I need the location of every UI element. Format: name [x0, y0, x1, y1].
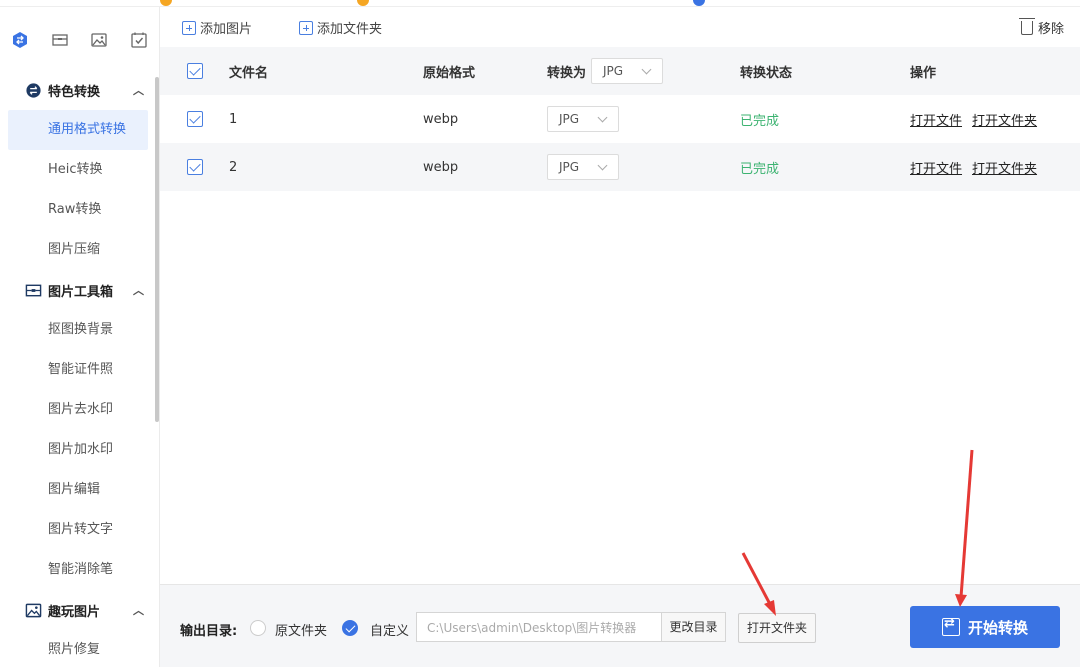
image-icon[interactable]: [88, 29, 110, 51]
sidebar-scrollbar[interactable]: [155, 77, 159, 422]
open-file-link[interactable]: 打开文件: [910, 158, 962, 177]
sidebar-item-image-edit[interactable]: 图片编辑: [0, 470, 156, 510]
collapse-caret-icon[interactable]: ︿: [133, 602, 144, 618]
header-actions: 操作: [910, 65, 937, 81]
row-filename: 2: [229, 159, 238, 175]
sidebar-item-photo-restore[interactable]: 照片修复: [0, 630, 156, 670]
table-row: 2 webp JPG 已完成 打开文件 打开文件夹: [160, 143, 1080, 191]
open-folder-link[interactable]: 打开文件夹: [972, 110, 1037, 129]
group-title: 趣玩图片: [48, 604, 101, 620]
row-filename: 1: [229, 111, 238, 127]
radio-original-label[interactable]: 原文件夹: [275, 620, 327, 639]
image-group-icon: [24, 601, 42, 619]
row-status: 已完成: [740, 113, 780, 129]
sidebar-item-remove-watermark[interactable]: 图片去水印: [0, 390, 156, 430]
sidebar-item-ocr[interactable]: 图片转文字: [0, 510, 156, 550]
add-folder-button[interactable]: 添加文件夹: [299, 18, 382, 37]
remove-button[interactable]: 移除: [1018, 17, 1064, 37]
row-checkbox[interactable]: [187, 111, 203, 127]
group-title: 特色转换: [48, 84, 101, 100]
change-dir-button[interactable]: 更改目录: [661, 612, 726, 642]
start-convert-label: 开始转换: [967, 618, 1028, 637]
chevron-down-icon: [597, 112, 608, 123]
table-row: 1 webp JPG 已完成 打开文件 打开文件夹: [160, 95, 1080, 143]
sidebar-item-add-watermark[interactable]: 图片加水印: [0, 430, 156, 470]
row-checkbox[interactable]: [187, 159, 203, 175]
open-file-link[interactable]: 打开文件: [910, 110, 962, 129]
window-dot: [693, 0, 705, 6]
select-value: JPG: [559, 112, 580, 126]
row-format: webp: [423, 159, 459, 175]
window-dot: [160, 0, 172, 6]
window-dot: [357, 0, 369, 6]
header-filename: 文件名: [229, 65, 269, 81]
toolbox-icon[interactable]: [49, 29, 71, 51]
convert-group-icon: [24, 81, 42, 99]
collapse-caret-icon[interactable]: ︿: [133, 282, 144, 298]
row-status: 已完成: [740, 161, 780, 177]
sidebar-item-raw[interactable]: Raw转换: [0, 190, 156, 230]
group-fun-images[interactable]: 趣玩图片 ︿: [0, 590, 156, 630]
start-convert-button[interactable]: 开始转换: [910, 606, 1060, 648]
select-all-checkbox[interactable]: [187, 63, 203, 79]
trash-icon: [1018, 17, 1035, 35]
radio-original-folder[interactable]: [250, 620, 266, 636]
sidebar-item-general-convert[interactable]: 通用格式转换: [8, 110, 148, 150]
add-image-button[interactable]: 添加图片: [182, 18, 252, 37]
open-folder-button[interactable]: 打开文件夹: [738, 613, 816, 643]
radio-custom-label[interactable]: 自定义: [370, 620, 409, 639]
header-convert-to: 转换为: [547, 65, 587, 81]
group-special-convert[interactable]: 特色转换 ︿: [0, 70, 156, 110]
remove-label: 移除: [1037, 22, 1064, 37]
add-image-label: 添加图片: [200, 22, 253, 37]
row-format: webp: [423, 111, 459, 127]
convert-icon[interactable]: [9, 29, 31, 51]
radio-custom[interactable]: [342, 620, 358, 636]
convert-icon: [941, 616, 960, 636]
row-target-select[interactable]: JPG: [547, 106, 619, 132]
group-image-toolbox[interactable]: 图片工具箱 ︿: [0, 270, 156, 310]
select-value: JPG: [603, 64, 624, 78]
output-dir-label: 输出目录:: [180, 624, 238, 639]
header-status: 转换状态: [740, 65, 793, 81]
add-icon: [182, 20, 196, 35]
sidebar-item-cutout[interactable]: 抠图换背景: [0, 310, 156, 350]
group-title: 图片工具箱: [48, 284, 114, 300]
chevron-down-icon: [641, 64, 652, 75]
output-path-input[interactable]: [416, 612, 662, 642]
chevron-down-icon: [597, 160, 608, 171]
header-original-format: 原始格式: [423, 65, 476, 81]
check-icon[interactable]: [128, 29, 150, 51]
toolbox-group-icon: [24, 281, 42, 299]
select-value: JPG: [559, 160, 580, 174]
sidebar-item-eraser[interactable]: 智能消除笔: [0, 550, 156, 590]
add-folder-label: 添加文件夹: [317, 22, 383, 37]
top-window-strip: [0, 0, 1080, 7]
toolbar: 添加图片 添加文件夹 移除: [160, 7, 1080, 47]
table-header: 文件名 原始格式 转换为 JPG 转换状态 操作: [160, 47, 1080, 95]
sidebar-icon-row: [0, 25, 160, 55]
open-folder-link[interactable]: 打开文件夹: [972, 158, 1037, 177]
row-target-select[interactable]: JPG: [547, 154, 619, 180]
sidebar-item-heic[interactable]: Heic转换: [0, 150, 156, 190]
sidebar-item-compress[interactable]: 图片压缩: [0, 230, 156, 270]
collapse-caret-icon[interactable]: ︿: [133, 82, 144, 98]
add-folder-icon: [299, 20, 313, 35]
sidebar: 特色转换 ︿ 通用格式转换 Heic转换 Raw转换 图片压缩 图片工具箱 ︿ …: [0, 7, 160, 667]
output-bar: 输出目录: 原文件夹 自定义 更改目录 打开文件夹 开始转换: [160, 584, 1080, 667]
sidebar-item-id-photo[interactable]: 智能证件照: [0, 350, 156, 390]
convert-all-select[interactable]: JPG: [591, 58, 664, 84]
sidebar-menu: 特色转换 ︿ 通用格式转换 Heic转换 Raw转换 图片压缩 图片工具箱 ︿ …: [0, 70, 156, 670]
